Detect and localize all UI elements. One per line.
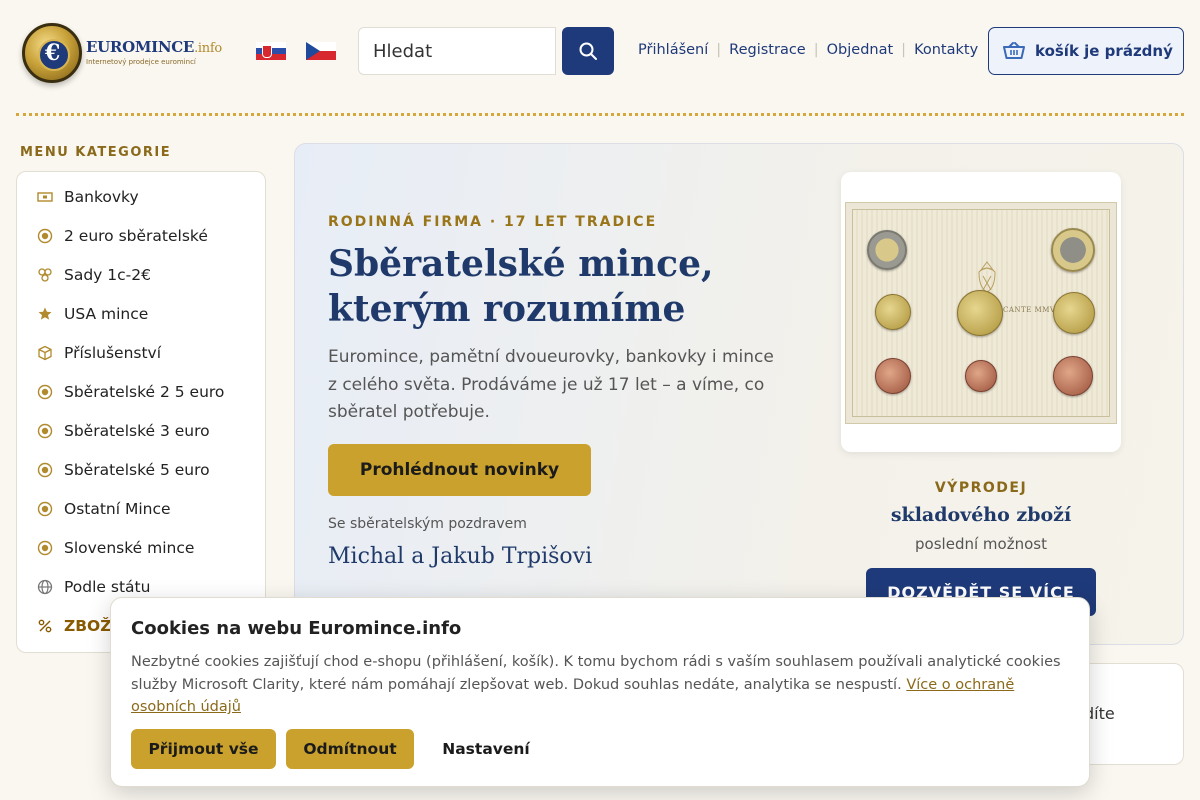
coin-icon [37,540,53,556]
nav-separator: | [901,42,907,58]
site-logo[interactable]: € EUROMINCE.info Internetový prodejce eu… [22,22,222,84]
basket-icon [1003,42,1025,59]
menu-title: MENU KATEGORIE [20,145,172,160]
sidebar-item-sberatelske-3[interactable]: Sběratelské 3 euro [17,411,265,450]
search-button[interactable] [562,27,614,75]
sale-title: skladového zboží [890,504,1072,526]
sidebar-item-prislusenstvi[interactable]: Příslušenství [17,333,265,372]
logo-euro-symbol: € [45,40,61,66]
sidebar-item-ostatni[interactable]: Ostatní Mince [17,489,265,528]
accept-all-button[interactable]: Přijmout vše [131,729,276,769]
logo-tagline: Internetový prodejce euromincí [86,58,196,66]
sidebar-item-label: USA mince [64,304,149,323]
sidebar-item-slovenske[interactable]: Slovenské mince [17,528,265,567]
search-input[interactable] [373,40,541,62]
header-divider [16,113,1184,116]
sale-kicker: VÝPRODEJ [934,480,1028,496]
percent-icon [37,618,53,634]
sidebar-item-label: Podle státu [64,577,151,596]
search-field[interactable] [358,27,556,75]
cookie-banner: Cookies na webu Euromince.info Nezbytné … [110,597,1090,787]
cart-button[interactable]: košík je prázdný [988,27,1184,75]
browse-new-button[interactable]: Prohlédnout novinky [328,444,591,496]
nav-login-link[interactable]: Přihlášení [638,42,708,58]
coin-set-folder: SEDE VACANTE MMV [852,209,1110,417]
globe-icon [37,579,53,595]
sale-subtitle: poslední možnost [915,535,1047,553]
hero-description: Euromince, pamětní dvoueurovky, bankovky… [328,347,774,422]
coin-set-icon [37,267,53,283]
sidebar-item-label: Sběratelské 3 euro [64,421,210,440]
sidebar-item-sberatelske-5[interactable]: Sběratelské 5 euro [17,450,265,489]
coin-50-cent [957,290,1003,336]
hero-greeting: Se sběratelským pozdravem [328,516,527,532]
euro-coin-logo-icon: € [22,23,82,83]
sidebar-item-label: Sběratelské 2 5 euro [64,382,225,401]
star-icon [37,306,53,322]
sidebar-item-label: 2 euro sběratelské [64,226,208,245]
coin-icon [37,228,53,244]
coin-1-cent [965,360,997,392]
coin-icon [37,462,53,478]
coin-icon [37,501,53,517]
coin-icon [37,423,53,439]
nav-contacts-link[interactable]: Kontakty [914,42,978,58]
sidebar-item-sberatelske-2-5[interactable]: Sběratelské 2 5 euro [17,372,265,411]
nav-separator: | [716,42,722,58]
logo-suffix: .info [194,41,222,56]
hero-signature: Michal a Jakub Trpišovi [328,544,593,569]
coin-2-euro [1051,228,1095,272]
coin-20-cent [1053,292,1095,334]
top-navigation: Přihlášení | Registrace | Objednat | Kon… [638,42,978,58]
banknote-icon [37,189,53,205]
cart-label: košík je prázdný [1035,42,1173,60]
hero-kicker: RODINNÁ FIRMA · 17 LET TRADICE [328,214,658,230]
sidebar-item-label: Příslušenství [64,343,162,362]
coin-icon [37,384,53,400]
sidebar-item-label: Bankovky [64,187,139,206]
sidebar-item-sady[interactable]: Sady 1c-2€ [17,255,265,294]
sidebar-item-2-euro[interactable]: 2 euro sběratelské [17,216,265,255]
nav-separator: | [813,42,819,58]
sidebar-item-usa[interactable]: USA mince [17,294,265,333]
nav-order-link[interactable]: Objednat [827,42,894,58]
logo-brand: EUROMINCE [86,38,195,56]
sidebar-item-label: Sady 1c-2€ [64,265,151,284]
logo-text: EUROMINCE.info Internetový prodejce euro… [86,40,222,66]
hero-title: Sběratelské mince, kterým rozumíme [328,243,714,330]
cookie-title: Cookies na webu Euromince.info [131,618,462,639]
coin-10-cent [875,294,911,330]
slovak-flag-icon[interactable] [256,42,286,60]
product-card[interactable]: SEDE VACANTE MMV [841,172,1121,452]
coin-5-cent [1053,356,1093,396]
sidebar-item-label: Slovenské mince [64,538,195,557]
box-icon [37,345,53,361]
hero-banner: RODINNÁ FIRMA · 17 LET TRADICE Sběratels… [294,143,1184,645]
coin-2-cent [875,358,911,394]
category-sidebar: Bankovky 2 euro sběratelské Sady 1c-2€ U… [16,171,266,653]
sidebar-item-bankovky[interactable]: Bankovky [17,177,265,216]
site-header: € EUROMINCE.info Internetový prodejce eu… [0,0,1200,100]
coin-set-image: SEDE VACANTE MMV [845,202,1117,424]
coin-1-euro [867,230,907,270]
sidebar-item-label: ZBOŽ [64,616,112,635]
czech-flag-icon[interactable] [306,42,336,60]
nav-register-link[interactable]: Registrace [729,42,806,58]
logo-name: EUROMINCE.info [86,38,222,56]
search-icon [579,42,597,60]
sidebar-item-label: Ostatní Mince [64,499,171,518]
reject-button[interactable]: Odmítnout [286,729,414,769]
cookie-settings-button[interactable]: Nastavení [424,729,548,769]
sidebar-item-label: Sběratelské 5 euro [64,460,210,479]
cookie-description: Nezbytné cookies zajišťují chod e-shopu … [131,651,1066,719]
